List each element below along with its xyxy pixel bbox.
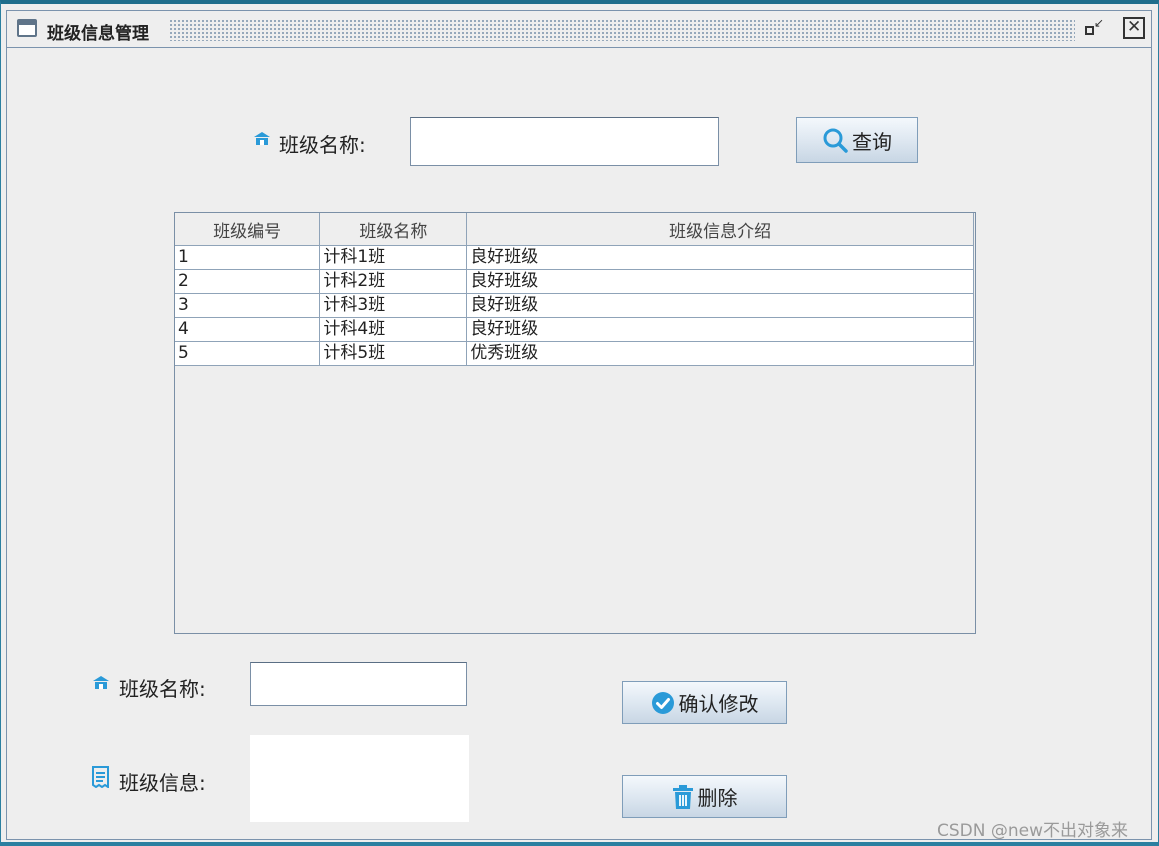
table-cell[interactable]: 计科4班 xyxy=(319,317,468,342)
search-button-label: 查询 xyxy=(852,129,892,154)
search-name-input[interactable] xyxy=(410,117,719,166)
delete-button-label: 删除 xyxy=(697,786,738,810)
document-icon xyxy=(92,766,109,788)
table-row[interactable]: 5 计科5班 优秀班级 xyxy=(175,341,974,366)
class-table[interactable]: 班级编号 班级名称 班级信息介绍 1 计科1班 良好班级 2 计科2班 良好班级… xyxy=(174,212,976,634)
title-bar-grip xyxy=(169,19,1075,41)
table-cell[interactable]: 优秀班级 xyxy=(466,341,974,366)
trash-icon xyxy=(672,784,693,809)
column-header-class-info[interactable]: 班级信息介绍 xyxy=(466,213,974,246)
column-header-class-name[interactable]: 班级名称 xyxy=(319,213,468,246)
edit-name-label: 班级名称: xyxy=(119,677,206,701)
window-title: 班级信息管理 xyxy=(47,24,149,44)
restore-icon[interactable]: ↙ xyxy=(1083,17,1105,39)
column-header-class-id[interactable]: 班级编号 xyxy=(175,213,321,246)
edit-name-input[interactable] xyxy=(250,662,467,706)
table-cell[interactable]: 计科5班 xyxy=(319,341,468,366)
table-cell[interactable]: 4 xyxy=(175,317,321,342)
close-icon[interactable]: ✕ xyxy=(1123,17,1145,39)
search-name-label: 班级名称: xyxy=(279,133,366,157)
search-icon xyxy=(823,128,848,153)
confirm-edit-button[interactable]: 确认修改 xyxy=(622,681,787,724)
table-cell[interactable]: 良好班级 xyxy=(466,269,974,294)
table-cell[interactable]: 5 xyxy=(175,341,321,366)
table-cell[interactable]: 计科1班 xyxy=(319,245,468,270)
table-cell[interactable]: 良好班级 xyxy=(466,245,974,270)
table-cell[interactable]: 计科3班 xyxy=(319,293,468,318)
table-row[interactable]: 3 计科3班 良好班级 xyxy=(175,293,974,318)
confirm-edit-button-label: 确认修改 xyxy=(678,692,759,716)
table-row[interactable]: 4 计科4班 良好班级 xyxy=(175,317,974,342)
search-button[interactable]: 查询 xyxy=(796,117,918,163)
table-row[interactable]: 1 计科1班 良好班级 xyxy=(175,245,974,270)
table-cell[interactable]: 良好班级 xyxy=(466,317,974,342)
table-row[interactable]: 2 计科2班 良好班级 xyxy=(175,269,974,294)
building-icon xyxy=(254,132,270,145)
table-cell[interactable]: 良好班级 xyxy=(466,293,974,318)
window-icon xyxy=(17,19,37,37)
table-cell[interactable]: 3 xyxy=(175,293,321,318)
title-bar[interactable]: 班级信息管理 ↙ ✕ xyxy=(7,11,1151,48)
check-circle-icon xyxy=(651,691,674,714)
table-cell[interactable]: 2 xyxy=(175,269,321,294)
building-icon xyxy=(93,676,109,689)
table-cell[interactable]: 计科2班 xyxy=(319,269,468,294)
table-cell[interactable]: 1 xyxy=(175,245,321,270)
edit-info-textarea[interactable] xyxy=(250,735,469,822)
delete-button[interactable]: 删除 xyxy=(622,775,787,818)
watermark: CSDN @new不出对象来 xyxy=(937,821,1129,841)
edit-info-label: 班级信息: xyxy=(119,771,206,795)
